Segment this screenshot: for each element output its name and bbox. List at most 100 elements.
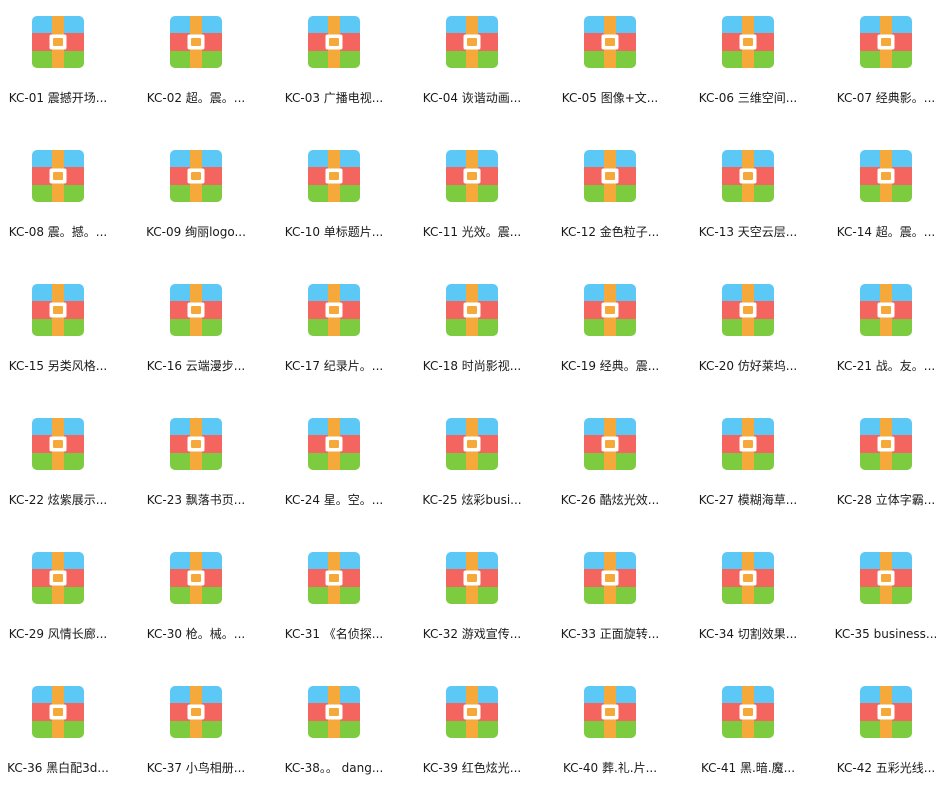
file-item[interactable]: KC-07 经典影。...: [821, 0, 942, 120]
file-name: KC-08 震。撼。...: [8, 225, 108, 239]
file-name: KC-12 金色粒子...: [560, 225, 660, 239]
archive-icon: [308, 686, 360, 738]
file-name: KC-04 诙谐动画...: [422, 91, 522, 105]
archive-icon: [32, 552, 84, 604]
file-item[interactable]: KC-42 五彩光线...: [821, 670, 942, 790]
archive-icon: [722, 418, 774, 470]
archive-icon: [584, 418, 636, 470]
file-item[interactable]: KC-36 黑白配3d...: [0, 670, 123, 790]
file-item[interactable]: KC-35 business...: [821, 536, 942, 656]
file-item[interactable]: KC-04 诙谐动画...: [407, 0, 537, 120]
file-item[interactable]: KC-37 小鸟相册...: [131, 670, 261, 790]
archive-icon: [32, 284, 84, 336]
file-name: KC-09 绚丽logo...: [146, 225, 246, 239]
archive-icon: [170, 418, 222, 470]
file-item[interactable]: KC-17 纪录片。...: [269, 268, 399, 388]
file-name: KC-03 广播电视...: [284, 91, 384, 105]
file-item[interactable]: KC-02 超。震。...: [131, 0, 261, 120]
file-item[interactable]: KC-20 仿好莱坞...: [683, 268, 813, 388]
file-item[interactable]: KC-21 战。友。...: [821, 268, 942, 388]
archive-icon: [446, 418, 498, 470]
archive-icon: [584, 686, 636, 738]
file-name: KC-07 经典影。...: [836, 91, 936, 105]
file-item[interactable]: KC-29 风情长廊...: [0, 536, 123, 656]
file-name: KC-24 星。空。...: [284, 493, 384, 507]
archive-icon: [722, 686, 774, 738]
archive-icon: [722, 16, 774, 68]
file-name: KC-42 五彩光线...: [836, 761, 936, 775]
file-name: KC-18 时尚影视...: [422, 359, 522, 373]
file-item[interactable]: KC-14 超。震。...: [821, 134, 942, 254]
file-item[interactable]: KC-23 飘落书页...: [131, 402, 261, 522]
archive-icon: [584, 16, 636, 68]
archive-icon: [722, 150, 774, 202]
file-name: KC-19 经典。震...: [560, 359, 660, 373]
file-item[interactable]: KC-19 经典。震...: [545, 268, 675, 388]
archive-icon: [860, 552, 912, 604]
file-item[interactable]: KC-26 酷炫光效...: [545, 402, 675, 522]
file-item[interactable]: KC-01 震撼开场...: [0, 0, 123, 120]
file-item[interactable]: KC-39 红色炫光...: [407, 670, 537, 790]
archive-icon: [170, 284, 222, 336]
file-name: KC-33 正面旋转...: [560, 627, 660, 641]
archive-icon: [308, 552, 360, 604]
file-name: KC-26 酷炫光效...: [560, 493, 660, 507]
archive-icon: [584, 284, 636, 336]
archive-icon: [308, 150, 360, 202]
file-item[interactable]: KC-06 三维空间...: [683, 0, 813, 120]
file-item[interactable]: KC-31 《名侦探...: [269, 536, 399, 656]
file-name: KC-20 仿好莱坞...: [698, 359, 798, 373]
archive-icon: [446, 284, 498, 336]
file-item[interactable]: KC-05 图像+文...: [545, 0, 675, 120]
file-name: KC-27 模糊海草...: [698, 493, 798, 507]
file-name: KC-28 立体字霸...: [836, 493, 936, 507]
file-item[interactable]: KC-34 切割效果...: [683, 536, 813, 656]
file-item[interactable]: KC-40 葬.礼.片...: [545, 670, 675, 790]
file-name: KC-30 枪。械。...: [146, 627, 246, 641]
archive-icon: [170, 686, 222, 738]
file-item[interactable]: KC-12 金色粒子...: [545, 134, 675, 254]
file-name: KC-32 游戏宣传...: [422, 627, 522, 641]
file-item[interactable]: KC-16 云端漫步...: [131, 268, 261, 388]
archive-icon: [446, 150, 498, 202]
archive-icon: [722, 552, 774, 604]
file-item[interactable]: KC-08 震。撼。...: [0, 134, 123, 254]
archive-icon: [860, 16, 912, 68]
archive-icon: [308, 418, 360, 470]
archive-icon: [860, 284, 912, 336]
file-name: KC-17 纪录片。...: [284, 359, 384, 373]
file-item[interactable]: KC-18 时尚影视...: [407, 268, 537, 388]
file-item[interactable]: KC-24 星。空。...: [269, 402, 399, 522]
file-item[interactable]: KC-22 炫紫展示...: [0, 402, 123, 522]
file-name: KC-38。。 dang...: [284, 761, 384, 775]
archive-icon: [446, 552, 498, 604]
file-item[interactable]: KC-32 游戏宣传...: [407, 536, 537, 656]
file-item[interactable]: KC-38。。 dang...: [269, 670, 399, 790]
file-name: KC-21 战。友。...: [836, 359, 936, 373]
archive-icon: [722, 284, 774, 336]
file-name: KC-14 超。震。...: [836, 225, 936, 239]
archive-icon: [170, 552, 222, 604]
file-item[interactable]: KC-28 立体字霸...: [821, 402, 942, 522]
archive-icon: [32, 418, 84, 470]
archive-icon: [308, 284, 360, 336]
file-name: KC-34 切割效果...: [698, 627, 798, 641]
file-item[interactable]: KC-27 模糊海草...: [683, 402, 813, 522]
file-item[interactable]: KC-15 另类风格...: [0, 268, 123, 388]
file-item[interactable]: KC-11 光效。震...: [407, 134, 537, 254]
file-item[interactable]: KC-41 黑.暗.魔...: [683, 670, 813, 790]
file-name: KC-10 单标题片...: [284, 225, 384, 239]
file-name: KC-37 小鸟相册...: [146, 761, 246, 775]
archive-icon: [32, 686, 84, 738]
archive-icon: [32, 16, 84, 68]
file-item[interactable]: KC-10 单标题片...: [269, 134, 399, 254]
archive-icon: [170, 16, 222, 68]
file-item[interactable]: KC-25 炫彩busi...: [407, 402, 537, 522]
file-item[interactable]: KC-33 正面旋转...: [545, 536, 675, 656]
file-item[interactable]: KC-03 广播电视...: [269, 0, 399, 120]
archive-icon: [170, 150, 222, 202]
file-item[interactable]: KC-30 枪。械。...: [131, 536, 261, 656]
file-item[interactable]: KC-13 天空云层...: [683, 134, 813, 254]
file-name: KC-36 黑白配3d...: [7, 761, 109, 775]
file-item[interactable]: KC-09 绚丽logo...: [131, 134, 261, 254]
